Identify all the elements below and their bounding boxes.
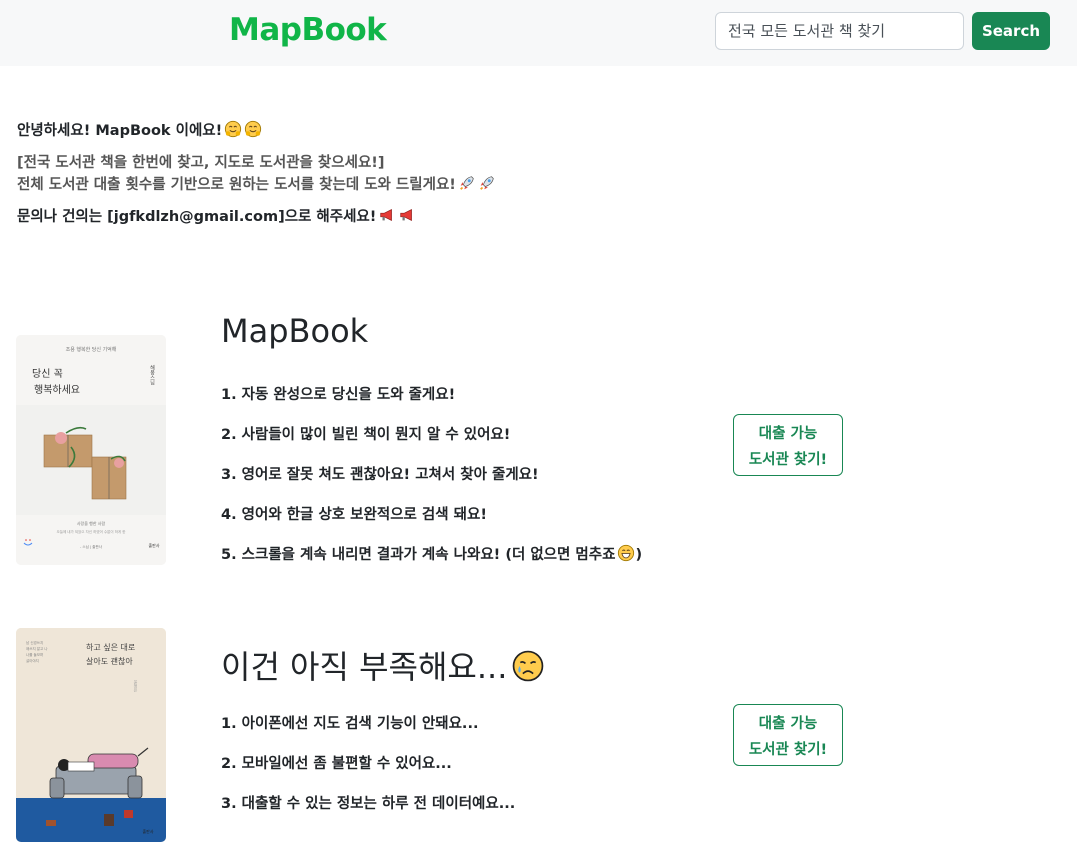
intro-desc-line1: [전국 도서관 책을 한번에 찾고, 지도로 도서관을 찾으세요!] bbox=[17, 155, 385, 171]
intro-contact: 문의나 건의는 [jgfkdlzh@gmail.com]으로 해주세요! bbox=[17, 206, 717, 228]
feature-title-mapbook: MapBook bbox=[221, 312, 369, 350]
greeting-text: 안녕하세요! MapBook 이에요! bbox=[17, 123, 223, 139]
list-item-text: 5. 스크롤을 계속 내리면 결과가 계속 나와요! (더 없으면 멈추죠 bbox=[221, 547, 616, 563]
book1-top-line: 조용 행복한 당신 기억해 bbox=[66, 346, 117, 353]
list-item: 1. 아이폰에선 지도 검색 기능이 안돼요... bbox=[221, 716, 479, 732]
hugging-face-icon bbox=[225, 120, 242, 138]
book-cover-1-art: 조용 행복한 당신 기억해 당신 꼭 행복하세요 해봉스님 사랑을 행한 사람 … bbox=[16, 335, 166, 565]
book2-side-line2: 애쓰지 말고 나 bbox=[26, 646, 48, 651]
find-library-button-line2: 도서관 찾기! bbox=[748, 742, 828, 758]
book1-sub-line1: 사랑을 행한 사람 bbox=[77, 520, 106, 526]
book1-title-line2: 행복하세요 bbox=[34, 383, 80, 396]
crying-face-icon bbox=[513, 650, 544, 682]
intro-description: [전국 도서관 책을 한번에 찾고, 지도로 도서관을 찾으세요!] 전체 도서… bbox=[17, 152, 717, 196]
book2-side-line4: 살아야지 bbox=[26, 658, 39, 663]
megaphone-icon bbox=[380, 209, 393, 221]
search-input[interactable] bbox=[715, 12, 964, 50]
find-library-button-line1: 대출 가능 bbox=[758, 426, 818, 442]
list-item: 2. 사람들이 많이 빌린 책이 뭔지 알 수 있어요! bbox=[221, 427, 511, 443]
search-button[interactable]: Search bbox=[972, 12, 1050, 50]
list-item: 1. 자동 완성으로 당신을 도와 줄게요! bbox=[221, 387, 456, 403]
feature-title-limitations: 이건 아직 부족해요... bbox=[221, 642, 545, 688]
book2-title-line1: 하고 싶은 대로 bbox=[86, 642, 135, 652]
book2-title-line2: 살아도 괜찮아 bbox=[86, 656, 133, 666]
book2-side-line3: 나를 돌보며 bbox=[26, 652, 43, 657]
book1-title-line1: 당신 꼭 bbox=[32, 368, 63, 380]
list-item-text-end: ) bbox=[635, 547, 643, 563]
brand-logo[interactable]: MapBook bbox=[229, 12, 387, 48]
book2-side-line1: 남 신경쓰지 bbox=[26, 640, 43, 645]
find-library-button[interactable]: 대출 가능 도서관 찾기! bbox=[733, 414, 843, 476]
book-cover-1: 조용 행복한 당신 기억해 당신 꼭 행복하세요 해봉스님 사랑을 행한 사람 … bbox=[16, 335, 166, 565]
rocket-icon bbox=[479, 176, 494, 190]
find-library-button-line1: 대출 가능 bbox=[758, 716, 818, 732]
intro-desc-line2: 전체 도서관 대출 횟수를 기반으로 원하는 도서를 찾는데 도와 드릴게요! bbox=[17, 177, 456, 193]
grinning-sweat-icon bbox=[618, 544, 635, 562]
contact-text: 문의나 건의는 [jgfkdlzh@gmail.com]으로 해주세요! bbox=[17, 209, 377, 225]
book1-side-text: 해봉스님 bbox=[149, 364, 155, 385]
megaphone-icon bbox=[400, 209, 413, 221]
list-item: 2. 모바일에선 좀 불편할 수 있어요... bbox=[221, 756, 452, 772]
feature-title-text: 이건 아직 부족해요... bbox=[221, 648, 508, 686]
book2-author-vertical: 윤정은 bbox=[133, 680, 138, 692]
list-item: 3. 영어로 잘못 쳐도 괜찮아요! 고쳐서 찾아 줄게요! bbox=[221, 467, 539, 483]
intro-greeting: 안녕하세요! MapBook 이에요! bbox=[17, 120, 717, 142]
book-cover-2: 하고 싶은 대로 살아도 괜찮아 남 신경쓰지 애쓰지 말고 나 나를 돌보며 … bbox=[16, 628, 166, 842]
find-library-button-line2: 도서관 찾기! bbox=[748, 452, 828, 468]
hugging-face-icon bbox=[245, 120, 262, 138]
book2-publisher: 출판사 bbox=[142, 828, 153, 834]
list-item: 3. 대출할 수 있는 정보는 하루 전 데이터예요... bbox=[221, 796, 516, 812]
intro-section: 안녕하세요! MapBook 이에요! [전국 도서관 책을 한번에 찾고, 지… bbox=[17, 120, 717, 238]
feature-list-limitations: 1. 아이폰에선 지도 검색 기능이 안돼요... 2. 모바일에선 좀 불편할… bbox=[221, 712, 515, 832]
book-cover-2-art: 하고 싶은 대로 살아도 괜찮아 남 신경쓰지 애쓰지 말고 나 나를 돌보며 … bbox=[16, 628, 166, 842]
feature-list-mapbook: 1. 자동 완성으로 당신을 도와 줄게요! 2. 사람들이 많이 빌린 책이 … bbox=[221, 383, 642, 583]
book1-author: - 스님 | 출판사 bbox=[80, 544, 103, 549]
book1-sub-line2: 오늘에 내가 되었으 자신 하였어 수없이 하게 한 bbox=[57, 529, 127, 534]
navbar: MapBook Search bbox=[0, 0, 1077, 66]
list-item: 4. 영어와 한글 상호 보완적으로 검색 돼요! bbox=[221, 507, 487, 523]
rocket-icon bbox=[459, 176, 474, 190]
list-item: 5. 스크롤을 계속 내리면 결과가 계속 나와요! (더 없으면 멈추죠) bbox=[221, 543, 642, 583]
book1-publisher: 출판사 bbox=[148, 542, 159, 548]
find-library-button[interactable]: 대출 가능 도서관 찾기! bbox=[733, 704, 843, 766]
